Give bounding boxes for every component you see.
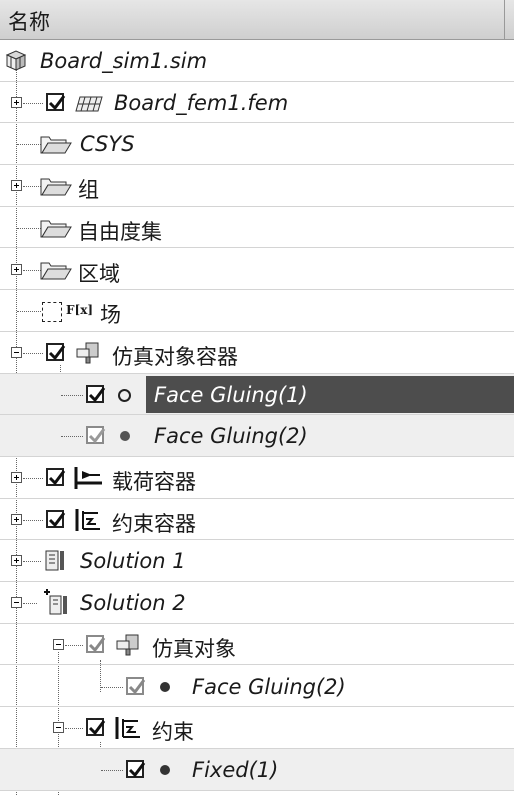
tree-row-sol2-face-gluing-2[interactable]: Face Gluing(2): [0, 666, 514, 708]
tree-connector: [23, 269, 41, 271]
tree-label: 自由度集: [78, 219, 162, 244]
expand-plus-icon[interactable]: [11, 555, 22, 567]
collapse-minus-icon[interactable]: [11, 597, 22, 609]
filled-circle-icon: [160, 764, 170, 775]
active-solution-icon: [44, 589, 67, 615]
collapse-minus-icon[interactable]: [11, 346, 22, 358]
tree-label: Fixed(1): [192, 757, 279, 782]
tree-connector: [23, 352, 43, 354]
tree-label: 仿真对象: [152, 636, 236, 661]
visibility-checkbox[interactable]: [46, 509, 66, 528]
tree-label: Board_sim1.sim: [40, 49, 208, 73]
tree-row-region[interactable]: 区域: [0, 249, 514, 291]
filled-circle-icon: [160, 681, 170, 692]
column-divider[interactable]: [504, 0, 505, 40]
sim-file-icon: [5, 50, 27, 71]
constraint-icon: [115, 717, 140, 740]
tree-row-fem[interactable]: Board_fem1.fem: [0, 82, 514, 124]
tree-label: 区域: [78, 261, 120, 286]
tree-row-csys[interactable]: CSYS: [0, 123, 514, 166]
solution-icon: [45, 550, 64, 571]
folder-open-icon: [40, 220, 72, 238]
constraint-icon: [75, 508, 100, 531]
folder-open-icon: [40, 262, 72, 279]
collapse-minus-icon[interactable]: [53, 722, 64, 734]
tree-row-group[interactable]: 组: [0, 165, 514, 207]
tree-connector: [61, 394, 83, 396]
visibility-checkbox[interactable]: [86, 426, 106, 445]
tree-connector: [65, 728, 83, 730]
tree-label: 载荷容器: [112, 470, 196, 494]
visibility-checkbox[interactable]: [126, 759, 146, 778]
tree-row-sim[interactable]: Board_sim1.sim: [0, 40, 514, 82]
tree-row-field[interactable]: F[x] 场: [0, 290, 514, 332]
hollow-circle-icon: [118, 388, 131, 402]
tree-connector: [61, 436, 83, 438]
filled-circle-icon: [120, 431, 130, 442]
tree-connector: [23, 519, 43, 521]
visibility-checkbox[interactable]: [86, 634, 106, 653]
folder-open-icon: [40, 178, 72, 196]
column-header: 名称: [0, 0, 514, 40]
simulation-object-icon: [116, 634, 139, 656]
tree-label: Face Gluing(1): [154, 382, 308, 407]
visibility-checkbox[interactable]: [126, 676, 146, 695]
tree-label: Solution 1: [80, 549, 186, 574]
name-column-header[interactable]: 名称: [8, 6, 50, 36]
tree-row-solution-2[interactable]: Solution 2: [0, 582, 514, 624]
tree-connector: [65, 644, 83, 646]
tree-label: CSYS: [80, 132, 135, 157]
tree-row-constraint-container[interactable]: 约束容器: [0, 499, 514, 541]
tree-label: Face Gluing(2): [192, 674, 346, 699]
tree-connector: [101, 769, 123, 771]
tree-connector: [17, 227, 41, 229]
tree-row-sol2-fixed-1[interactable]: Fixed(1): [0, 748, 514, 791]
tree-connector: [23, 102, 43, 104]
expand-plus-icon[interactable]: [11, 472, 22, 483]
tree-row-solution-1[interactable]: Solution 1: [0, 540, 514, 583]
tree-label: Face Gluing(2): [154, 424, 308, 449]
simulation-navigator-tree: Board_sim1.sim Board_fem1.fem CSYS 组 自由度…: [0, 40, 514, 795]
tree-connector: [23, 603, 37, 605]
tree-connector: [23, 478, 43, 479]
tree-row-sol2-sim-objects[interactable]: 仿真对象: [0, 624, 514, 666]
tree-row-sim-object-container[interactable]: 仿真对象容器: [0, 332, 514, 374]
visibility-checkbox[interactable]: [46, 92, 66, 111]
tree-label: 约束容器: [112, 511, 196, 536]
tree-connector: [17, 311, 41, 313]
tree-row-face-gluing-2[interactable]: Face Gluing(2): [0, 415, 514, 457]
visibility-checkbox[interactable]: [86, 718, 106, 737]
tree-label: 约束: [152, 720, 194, 745]
tree-connector: [23, 561, 41, 563]
tree-connector: [23, 186, 41, 188]
visibility-checkbox[interactable]: [46, 342, 66, 361]
visibility-checkbox[interactable]: [86, 384, 106, 403]
tree-label: 仿真对象容器: [112, 344, 238, 369]
tree-row-load-container[interactable]: 载荷容器: [0, 457, 514, 499]
tree-connector: [101, 686, 123, 688]
expand-plus-icon[interactable]: [11, 180, 22, 192]
tree-row-dof-set[interactable]: 自由度集: [0, 207, 514, 249]
folder-open-icon: [40, 136, 72, 154]
field-fx-icon: F[x]: [66, 303, 94, 318]
tree-connector: [17, 144, 41, 146]
tree-row-sol2-constraints[interactable]: 约束: [0, 707, 514, 749]
simulation-object-icon: [76, 342, 99, 364]
expand-plus-icon[interactable]: [11, 513, 22, 525]
tree-label: Solution 2: [80, 591, 186, 616]
visibility-checkbox[interactable]: [46, 468, 66, 486]
tree-label: Board_fem1.fem: [114, 90, 289, 115]
collapse-minus-icon[interactable]: [53, 638, 64, 650]
tree-label: 组: [78, 178, 99, 203]
expand-plus-icon[interactable]: [11, 96, 22, 108]
tree-label: 场: [100, 303, 121, 328]
tree-row-face-gluing-1[interactable]: Face Gluing(1): [0, 373, 514, 416]
mesh-grid-icon: [75, 96, 103, 112]
load-icon: [74, 467, 102, 489]
expand-plus-icon[interactable]: [11, 263, 22, 275]
field-placeholder-icon: [42, 302, 62, 323]
